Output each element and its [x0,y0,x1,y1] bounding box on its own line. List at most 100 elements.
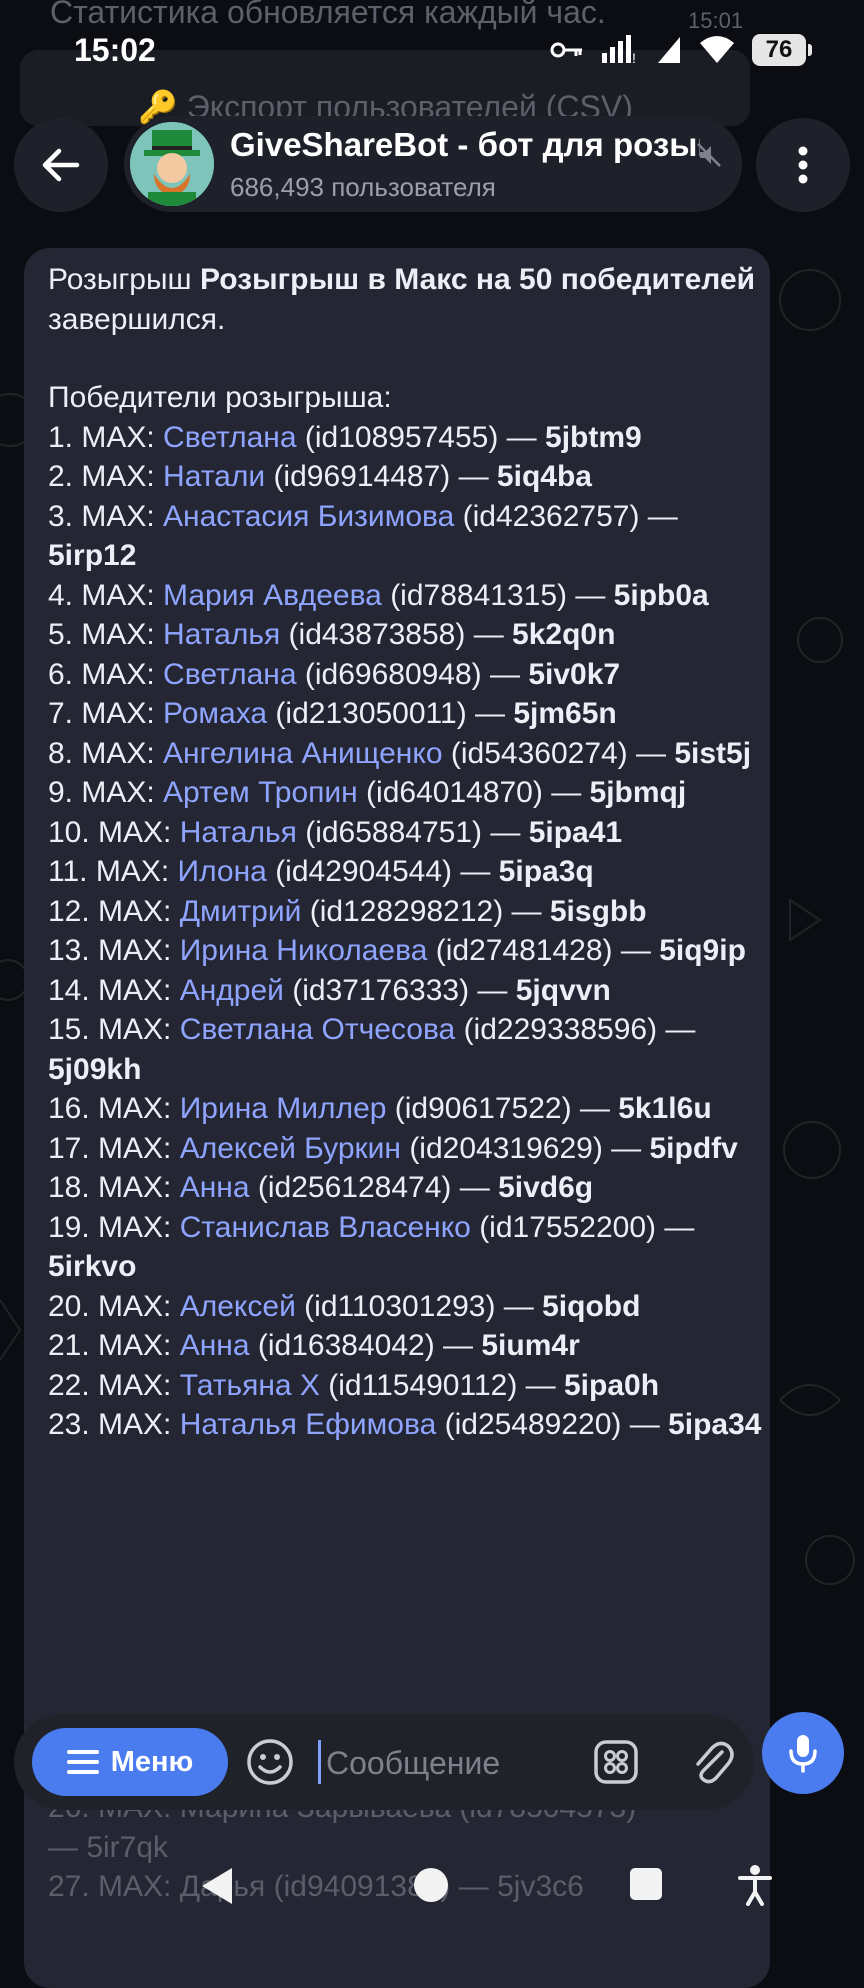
winner-name-link[interactable]: Алексей Буркин [180,1132,401,1165]
nav-back-icon[interactable] [198,1866,234,1906]
winner-number: 5. MAX: [48,618,164,651]
winner-number: 23. MAX: [48,1408,180,1441]
bot-avatar[interactable] [130,122,214,206]
winner-id: (id42362757) — [454,499,678,533]
winner-line: 23. MAX: Наталья Ефимова (id25489220) — … [48,1405,768,1445]
microphone-icon [789,1735,817,1773]
winner-id: (id90617522) — [386,1092,619,1125]
winner-name-link[interactable]: Светлана Отчесова [180,1013,456,1046]
winner-name-link[interactable]: Андрей [180,974,293,1007]
winner-code: 5ipa41 [528,815,623,849]
winner-code: 5k1l6u [618,1092,712,1125]
winner-line: 14. MAX: Андрей (id37176333) — 5jqvvn [48,971,768,1011]
svg-text:!: ! [632,50,636,65]
winner-number: 3. MAX: [48,499,164,533]
winner-name-link[interactable]: Дмитрий [180,895,310,928]
winner-name-link[interactable]: Светлана [163,421,305,454]
winner-name-link[interactable]: Анна [180,1329,258,1362]
winner-name-link[interactable]: Светлана [163,658,305,691]
more-vertical-icon [798,146,808,184]
message-input[interactable] [324,1728,578,1798]
bot-menu-button[interactable]: Меню [32,1728,228,1796]
emoji-icon[interactable] [242,1734,298,1790]
winner-code: 5ist5j [674,736,752,770]
signal-2-icon [658,37,680,63]
battery-indicator: 76 [752,34,812,66]
chat-header[interactable]: GiveShareBot - бот для розыгрышей 686,49… [124,116,742,212]
winner-name-link[interactable]: Наталья [180,816,306,849]
winner-number: 15. MAX: [48,1013,180,1046]
winners-heading: Победители розыгрыша: [48,381,392,414]
winner-name-link[interactable]: Ромаха [163,697,275,730]
winner-number: 20. MAX: [48,1289,180,1323]
winner-id: (id108957455) — [304,420,546,454]
winner-id: (id110301293) — [304,1289,543,1323]
winner-id: (id25489220) — [436,1408,669,1441]
winner-name-link[interactable]: Наталья [163,618,289,651]
winner-id: (id37176333) — [292,973,516,1007]
winner-code: 5k2q0n [512,618,616,651]
winner-number: 4. MAX: [48,578,164,612]
nav-home-button[interactable] [414,1868,448,1902]
winner-code: 5ium4r [481,1329,580,1362]
winner-name-link[interactable]: Артем Тропин [163,776,358,809]
winner-name-link[interactable]: Станислав Власенко [180,1211,471,1244]
winner-code: 5ipa0h [563,1368,660,1402]
winner-code: 5isgbb [549,894,647,928]
winner-number: 13. MAX: [48,934,180,967]
winner-code: 5iq9ip [659,934,746,967]
winner-name-link[interactable]: Мария Авдеева [163,579,382,612]
winner-name-link[interactable]: Наталья Ефимова [180,1408,437,1441]
winner-number: 22. MAX: [48,1368,180,1402]
winner-id: (id43873858) — [288,618,513,651]
accessibility-icon[interactable] [738,1864,772,1906]
signal-icon: ! [602,35,636,65]
winner-id: (id16384042) — [257,1329,482,1362]
winner-code: 5jbmqj [589,776,687,809]
winner-line: 16. MAX: Ирина Миллер (id90617522) — 5k1… [48,1089,768,1129]
menu-icon [66,1750,99,1774]
winner-number: 2. MAX: [48,460,164,493]
chat-subtitle: 686,493 пользователя [230,172,496,202]
winner-name-link[interactable]: Алексей [180,1290,304,1323]
winner-code: 5iq4ba [496,460,592,493]
winner-name-link[interactable]: Анастасия Бизимова [163,500,454,533]
paperclip-icon[interactable] [684,1734,740,1790]
key-icon [550,42,582,58]
more-options-button[interactable] [756,118,850,212]
winner-number: 17. MAX: [48,1131,180,1165]
winner-name-link[interactable]: Натали [163,460,273,493]
winner-line: 17. MAX: Алексей Буркин (id204319629) — … [48,1129,768,1169]
message-text: Розыгрыш Розыгрыш в Макс на 50 победител… [48,260,768,1445]
apps-icon[interactable] [588,1734,644,1790]
mute-icon [697,143,721,167]
winner-line: 19. MAX: Станислав Власенко (id17552200)… [48,1208,768,1287]
voice-record-button[interactable] [762,1712,844,1794]
winner-number: 11. MAX: [48,855,178,888]
winner-line: 3. MAX: Анастасия Бизимова (id42362757) … [48,497,768,576]
back-button[interactable] [14,118,108,212]
wifi-icon [700,36,734,63]
winner-name-link[interactable]: Татьяна Х [180,1369,320,1402]
winner-line: 8. MAX: Ангелина Анищенко (id54360274) —… [48,734,768,774]
winner-number: 8. MAX: [48,736,164,770]
winner-id: (id213050011) — [275,697,514,730]
winner-name-link[interactable]: Ирина Николаева [180,934,428,967]
winner-id: (id204319629) — [400,1131,650,1165]
winner-line: 18. MAX: Анна (id256128474) — 5ivd6g [48,1168,768,1208]
winner-number: 12. MAX: [48,894,180,928]
winner-code: 5ipdfv [649,1131,738,1165]
winner-code: 5ipb0a [613,578,709,612]
winner-id: (id256128474) — [257,1171,499,1204]
winners-list: 1. MAX: Светлана (id108957455) — 5jbtm9 2… [48,418,768,1445]
winner-name-link[interactable]: Анна [180,1171,258,1204]
winner-name-link[interactable]: Илона [178,855,276,888]
arrow-left-icon [42,148,80,182]
nav-recents-button[interactable] [630,1868,662,1900]
winner-name-link[interactable]: Ангелина Анищенко [163,737,442,770]
winner-line: 9. MAX: Артем Тропин (id64014870) — 5jbm… [48,773,768,813]
winner-id: (id78841315) — [381,578,614,612]
winner-id: (id17552200) — [470,1210,695,1244]
status-time: 15:02 [74,32,156,68]
winner-name-link[interactable]: Ирина Миллер [180,1092,387,1125]
